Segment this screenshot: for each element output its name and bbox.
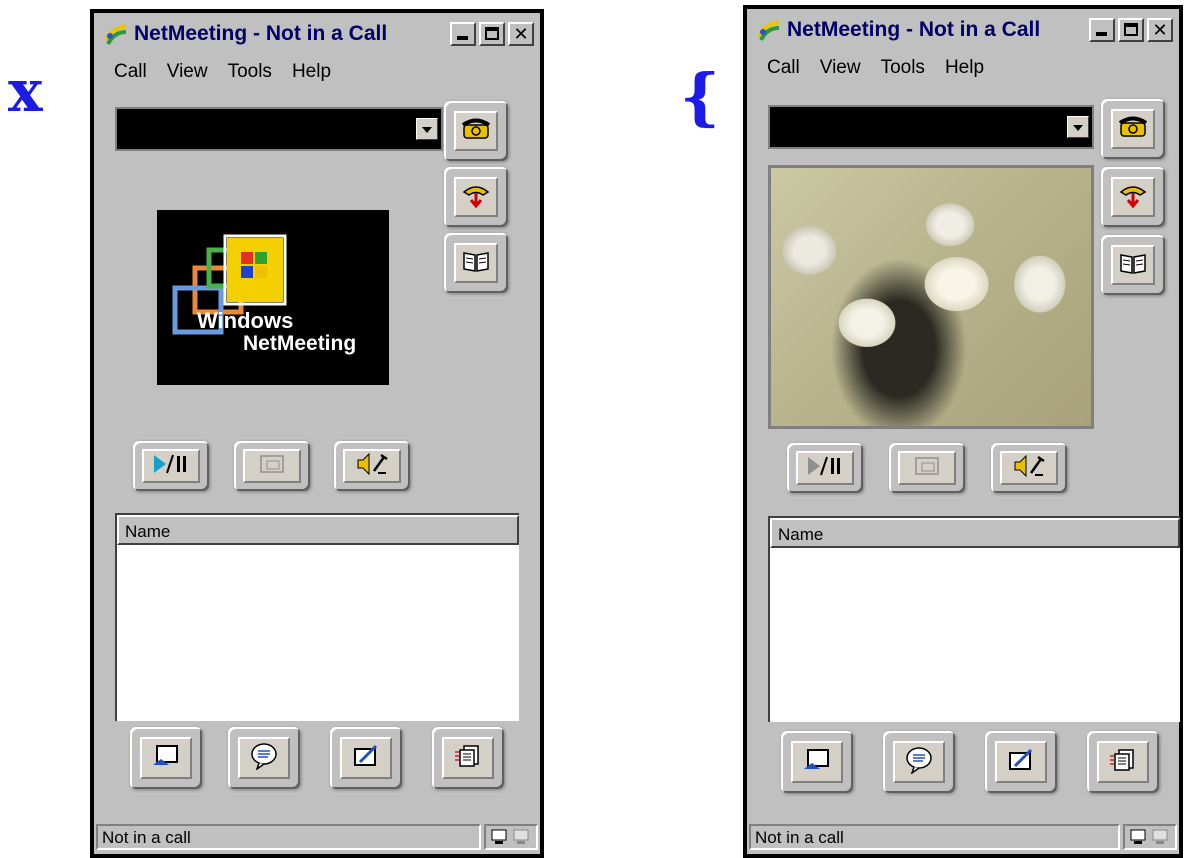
title-bar[interactable]: NetMeeting - Not in a Call ✕ <box>96 15 538 53</box>
status-bar: Not in a call <box>96 822 538 852</box>
address-book-icon <box>462 249 490 278</box>
chevron-down-icon[interactable] <box>1067 116 1089 138</box>
close-button[interactable]: ✕ <box>1147 18 1173 42</box>
picture-in-picture-icon <box>259 454 285 479</box>
participant-list[interactable]: Name <box>115 513 519 721</box>
picture-in-picture-button[interactable] <box>234 441 310 491</box>
minimize-icon <box>457 36 468 40</box>
menu-bar: Call View Tools Help <box>114 61 331 83</box>
logo-text-windows: Windows <box>197 308 294 333</box>
hang-up-icon <box>461 182 491 213</box>
share-program-icon <box>151 743 181 774</box>
audio-tuning-button[interactable] <box>334 441 410 491</box>
chevron-down-icon[interactable] <box>416 118 438 140</box>
phone-icon <box>1118 114 1148 145</box>
close-icon: ✕ <box>1152 20 1168 40</box>
window-title: NetMeeting - Not in a Call <box>787 18 1041 41</box>
phone-icon <box>461 116 491 147</box>
participant-list[interactable]: Name <box>768 516 1180 722</box>
place-call-button[interactable] <box>1101 99 1165 159</box>
share-button[interactable] <box>130 727 202 789</box>
end-call-button[interactable] <box>1101 167 1165 227</box>
file-transfer-icon <box>1109 746 1137 779</box>
title-bar[interactable]: NetMeeting - Not in a Call ✕ <box>749 11 1177 49</box>
file-transfer-button[interactable] <box>432 727 504 789</box>
whiteboard-icon <box>1007 747 1035 778</box>
address-book-icon <box>1119 251 1147 280</box>
whiteboard-button[interactable] <box>330 727 402 789</box>
directory-button[interactable] <box>444 233 508 293</box>
panel-label-right: { <box>680 60 720 133</box>
play-pause-button[interactable] <box>133 441 209 491</box>
maximize-icon <box>485 27 499 40</box>
connection-status-icon <box>484 824 538 850</box>
status-text: Not in a call <box>749 824 1120 850</box>
menu-tools[interactable]: Tools <box>881 57 925 79</box>
status-bar: Not in a call <box>749 822 1177 852</box>
chat-button[interactable] <box>228 727 300 789</box>
panel-label-left: x <box>8 57 43 125</box>
maximize-icon <box>1124 23 1138 36</box>
hang-up-icon <box>1118 182 1148 213</box>
directory-button[interactable] <box>1101 235 1165 295</box>
address-combo[interactable] <box>115 107 443 151</box>
column-header-name[interactable]: Name <box>770 518 1180 548</box>
share-button[interactable] <box>781 731 853 793</box>
play-pause-icon <box>805 455 845 482</box>
windows-netmeeting-logo <box>172 234 287 335</box>
logo-text-netmeeting: NetMeeting <box>243 332 357 355</box>
place-call-button[interactable] <box>444 101 508 161</box>
window-title: NetMeeting - Not in a Call <box>134 22 388 45</box>
speaker-mic-icon <box>354 451 390 482</box>
address-combo[interactable] <box>768 105 1094 149</box>
flower-bouquet-photo <box>771 168 1091 426</box>
minimize-icon <box>1096 32 1107 36</box>
video-window <box>768 165 1094 429</box>
end-call-button[interactable] <box>444 167 508 227</box>
file-transfer-icon <box>454 742 482 775</box>
menu-bar: Call View Tools Help <box>767 57 984 79</box>
status-text: Not in a call <box>96 824 481 850</box>
menu-help[interactable]: Help <box>945 57 984 79</box>
whiteboard-button[interactable] <box>985 731 1057 793</box>
menu-call[interactable]: Call <box>114 61 147 83</box>
menu-view[interactable]: View <box>820 57 861 79</box>
column-header-name[interactable]: Name <box>117 515 519 545</box>
play-pause-button[interactable] <box>787 443 863 493</box>
netmeeting-window-right: NetMeeting - Not in a Call ✕ Call View T… <box>743 5 1183 858</box>
speaker-mic-icon <box>1011 453 1047 484</box>
minimize-button[interactable] <box>1089 18 1115 42</box>
netmeeting-window-left: NetMeeting - Not in a Call ✕ Call View T… <box>90 9 544 858</box>
netmeeting-app-icon <box>104 22 128 46</box>
close-button[interactable]: ✕ <box>508 22 534 46</box>
menu-call[interactable]: Call <box>767 57 800 79</box>
maximize-button[interactable] <box>479 22 505 46</box>
connection-status-icon <box>1123 824 1177 850</box>
menu-view[interactable]: View <box>167 61 208 83</box>
video-window: Windows NetMeeting <box>157 210 389 385</box>
share-program-icon <box>802 747 832 778</box>
netmeeting-app-icon <box>757 18 781 42</box>
chat-button[interactable] <box>883 731 955 793</box>
chat-bubble-icon <box>904 746 934 779</box>
chat-bubble-icon <box>249 742 279 775</box>
picture-in-picture-button[interactable] <box>889 443 965 493</box>
picture-in-picture-icon <box>914 456 940 481</box>
maximize-button[interactable] <box>1118 18 1144 42</box>
menu-help[interactable]: Help <box>292 61 331 83</box>
audio-tuning-button[interactable] <box>991 443 1067 493</box>
play-pause-icon <box>151 453 191 480</box>
file-transfer-button[interactable] <box>1087 731 1159 793</box>
whiteboard-icon <box>352 743 380 774</box>
minimize-button[interactable] <box>450 22 476 46</box>
menu-tools[interactable]: Tools <box>228 61 272 83</box>
close-icon: ✕ <box>513 24 529 44</box>
